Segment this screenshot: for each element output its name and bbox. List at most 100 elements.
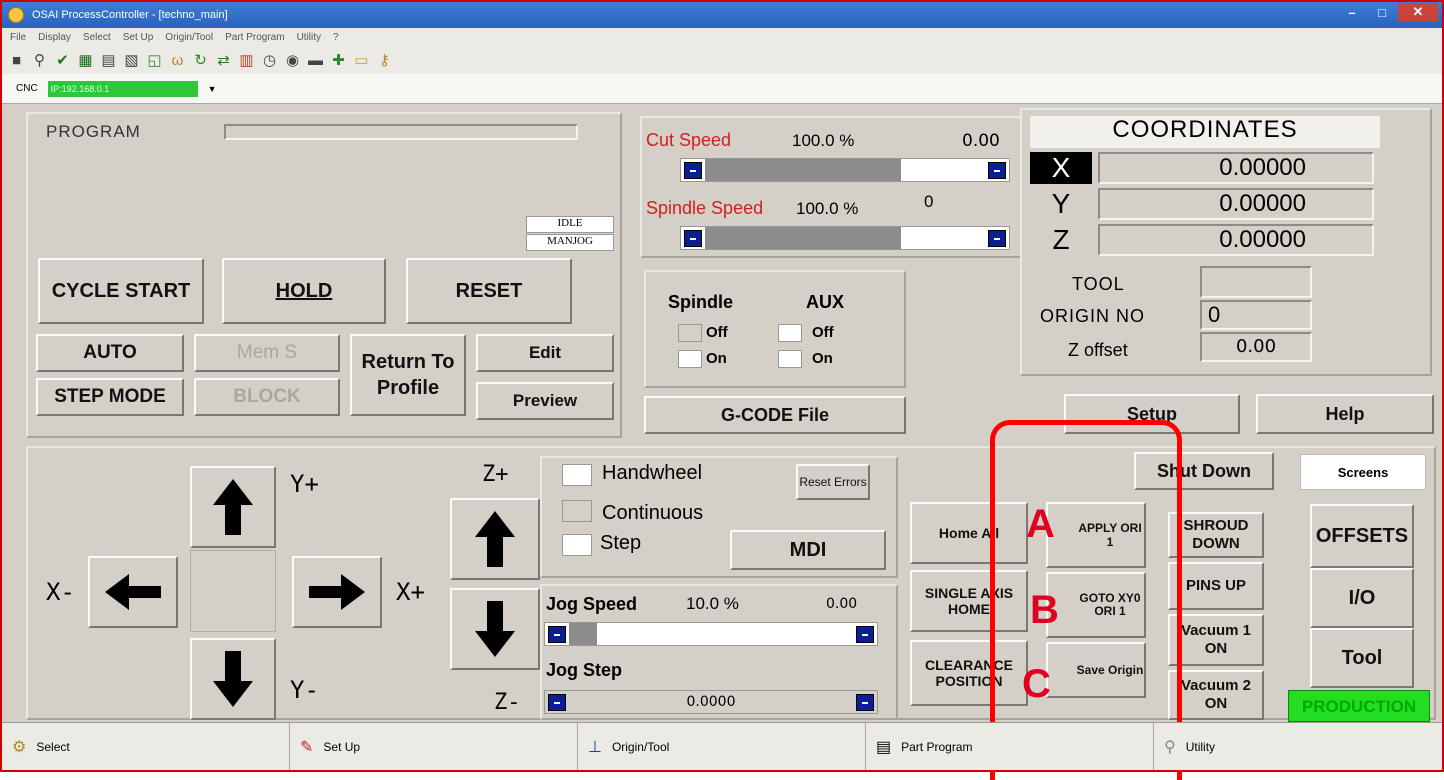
step-checkbox[interactable] <box>562 534 592 556</box>
vacuum-2-button[interactable]: Vacuum 2 ON <box>1168 670 1264 720</box>
x-minus-label: X- <box>46 578 75 606</box>
spindle-speed-increase-button[interactable] <box>988 230 1006 247</box>
cycle-start-button[interactable]: CYCLE START <box>38 258 204 324</box>
grid-icon[interactable]: ▦ <box>77 51 94 69</box>
offsets-button[interactable]: OFFSETS <box>1310 504 1414 568</box>
continuous-label: Continuous <box>602 502 704 524</box>
status-idle: IDLE <box>526 216 614 233</box>
edit-button[interactable]: Edit <box>476 334 614 372</box>
stop-icon[interactable]: ■ <box>8 52 25 69</box>
jog-speed-decrease-button[interactable] <box>548 626 566 643</box>
gcode-file-button[interactable]: G-CODE File <box>644 396 906 434</box>
hold-button[interactable]: HOLD <box>222 258 386 324</box>
jog-center <box>190 550 276 632</box>
menu-setup[interactable]: Set Up <box>123 32 154 43</box>
calc-icon[interactable]: ▥ <box>238 51 255 69</box>
auto-button[interactable]: AUTO <box>36 334 184 372</box>
menu-file[interactable]: File <box>10 32 26 43</box>
aux-on-checkbox[interactable] <box>778 350 802 368</box>
program-name-field <box>224 124 578 140</box>
x-plus-label: X+ <box>396 578 425 606</box>
clock-icon[interactable]: ◷ <box>261 51 278 69</box>
cut-speed-slider[interactable] <box>680 158 1010 182</box>
handwheel-checkbox[interactable] <box>562 464 592 486</box>
arrows-icon[interactable]: ⇄ <box>215 51 232 69</box>
menu-select[interactable]: Select <box>83 32 111 43</box>
cnc-ip-field[interactable]: IP:192.168.0.1 <box>47 80 198 97</box>
status-setup[interactable]: ✎ Set Up <box>290 723 578 770</box>
preview-button[interactable]: Preview <box>476 382 614 420</box>
status-utility[interactable]: ⚲ Utility <box>1154 723 1442 770</box>
cut-speed-increase-button[interactable] <box>988 162 1006 179</box>
gears-icon: ⚙ <box>12 738 27 756</box>
status-origin-tool[interactable]: ⊥ Origin/Tool <box>578 723 866 770</box>
status-part-program[interactable]: ▤ Part Program <box>866 723 1154 770</box>
folder-icon[interactable]: ▭ <box>353 51 370 69</box>
menu-display[interactable]: Display <box>38 32 71 43</box>
continuous-checkbox[interactable] <box>562 500 592 522</box>
production-button[interactable]: PRODUCTION <box>1288 690 1430 722</box>
menu-part-program[interactable]: Part Program <box>225 32 284 43</box>
refresh-icon[interactable]: ↻ <box>192 51 209 69</box>
menu-help[interactable]: ? <box>333 32 339 43</box>
jog-z-plus-button[interactable] <box>450 498 540 580</box>
pen-icon: ✎ <box>300 738 314 756</box>
y-coordinate: 0.00000 <box>1098 188 1374 220</box>
cut-speed-decrease-button[interactable] <box>684 162 702 179</box>
pins-up-button[interactable]: PINS UP <box>1168 562 1264 610</box>
cnc-bar: CNC IP:192.168.0.1 ▼ <box>2 74 1442 104</box>
spindle-off-checkbox[interactable] <box>678 324 702 342</box>
cross-icon[interactable]: ✚ <box>330 51 347 69</box>
y-axis-label: Y <box>1051 188 1071 219</box>
io-button[interactable]: I/O <box>1310 568 1414 628</box>
search-icon[interactable]: ⚲ <box>31 51 48 69</box>
minimize-button[interactable]: – <box>1338 3 1366 21</box>
vacuum-1-button[interactable]: Vacuum 1 ON <box>1168 614 1264 666</box>
spindle-speed-decrease-button[interactable] <box>684 230 702 247</box>
target-icon[interactable]: ◉ <box>284 51 301 69</box>
return-to-profile-button[interactable]: Return To Profile <box>350 334 466 416</box>
tool-button[interactable]: Tool <box>1310 628 1414 688</box>
status-setup-label: Set Up <box>323 739 361 754</box>
jog-z-minus-button[interactable] <box>450 588 540 670</box>
spindle-speed-value: 0 <box>924 192 934 211</box>
jog-step-control[interactable]: 0.0000 <box>544 690 878 714</box>
status-manjog: MANJOG <box>526 234 614 251</box>
key-icon[interactable]: ⚷ <box>376 51 393 69</box>
step-label: Step <box>600 532 642 554</box>
jog-y-plus-button[interactable] <box>190 466 276 548</box>
aux-off-checkbox[interactable] <box>778 324 802 342</box>
menu-origin-tool[interactable]: Origin/Tool <box>165 32 213 43</box>
close-button[interactable]: ✕ <box>1398 3 1438 21</box>
step-mode-button[interactable]: STEP MODE <box>36 378 184 416</box>
maximize-button[interactable]: □ <box>1368 3 1396 21</box>
status-select[interactable]: ⚙ Select <box>2 723 290 770</box>
jog-x-plus-button[interactable] <box>292 556 382 628</box>
jog-x-minus-button[interactable] <box>88 556 178 628</box>
wave-icon[interactable]: ω <box>169 52 186 69</box>
reset-button[interactable]: RESET <box>406 258 572 324</box>
arrow-down-icon <box>475 601 515 657</box>
spindle-on-checkbox[interactable] <box>678 350 702 368</box>
mdi-button[interactable]: MDI <box>730 530 886 570</box>
reset-errors-button[interactable]: Reset Errors <box>796 464 870 500</box>
jog-step-label: Jog Step <box>546 660 623 680</box>
spindle-speed-pct: 100.0 % <box>796 199 859 218</box>
shroud-down-button[interactable]: SHROUD DOWN <box>1168 512 1264 558</box>
callout-c: C <box>1022 662 1051 706</box>
app-icon <box>8 7 24 23</box>
chevron-down-icon[interactable]: ▼ <box>208 84 217 94</box>
doc-icon[interactable]: ▧ <box>123 51 140 69</box>
bar-icon[interactable]: ▬ <box>307 52 324 69</box>
spindle-speed-slider[interactable] <box>680 226 1010 250</box>
chart-icon[interactable]: ◱ <box>146 51 163 69</box>
status-utility-label: Utility <box>1185 739 1216 754</box>
pen-icon[interactable]: ✔ <box>54 51 71 69</box>
table-icon[interactable]: ▤ <box>100 51 117 69</box>
help-button[interactable]: Help <box>1256 394 1434 434</box>
jog-speed-increase-button[interactable] <box>856 626 874 643</box>
menu-utility[interactable]: Utility <box>297 32 321 43</box>
jog-speed-slider[interactable] <box>544 622 878 646</box>
arrow-up-icon <box>213 479 253 535</box>
jog-y-minus-button[interactable] <box>190 638 276 720</box>
